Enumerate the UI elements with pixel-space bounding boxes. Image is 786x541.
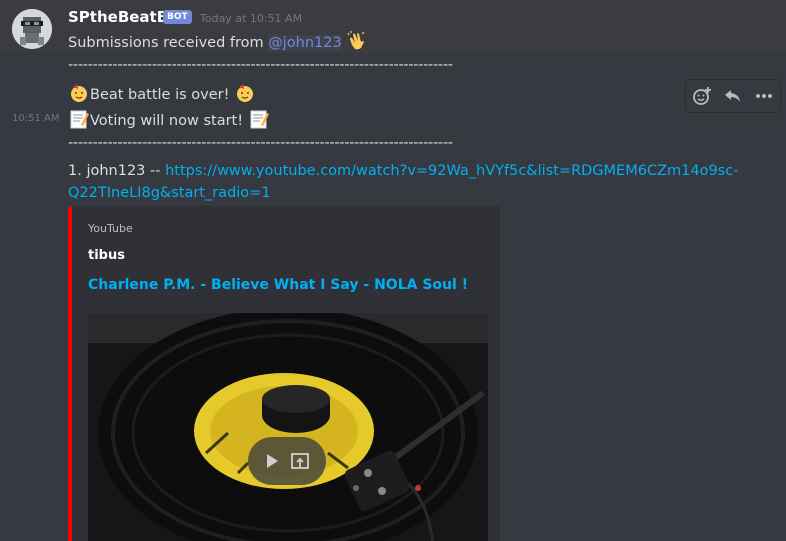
play-icon[interactable] (264, 452, 280, 474)
partying-face-emoji[interactable] (69, 83, 89, 103)
divider-line: ----------------------------------------… (68, 135, 453, 151)
submissions-message: Submissions received from @john123 (68, 31, 368, 51)
vinyl-record-image (88, 313, 488, 541)
divider-line: ----------------------------------------… (68, 57, 453, 73)
memo-emoji[interactable] (69, 109, 89, 129)
clapping-hands-emoji[interactable] (347, 31, 367, 51)
partying-face-emoji[interactable] (235, 83, 255, 103)
youtube-embed: YouTube tibus Charlene P.M. - Believe Wh… (68, 206, 500, 541)
embed-author[interactable]: tibus (88, 248, 125, 263)
bot-badge: BOT (163, 10, 192, 24)
hover-timestamp[interactable]: 10:51 AM (12, 113, 59, 124)
message-header-row: SPtheBeatBot BOT Today at 10:51 AM Submi… (0, 0, 786, 53)
video-thumbnail[interactable] (88, 313, 488, 541)
message-timestamp[interactable]: Today at 10:51 AM (200, 12, 302, 25)
beat-battle-message: Beat battle is over! (68, 83, 256, 103)
bot-avatar[interactable] (12, 9, 52, 49)
add-reaction-icon[interactable] (691, 86, 713, 108)
memo-emoji[interactable] (249, 109, 269, 129)
play-pill[interactable] (248, 437, 326, 485)
more-icon[interactable] (753, 86, 775, 108)
voting-message: Voting will now start! (68, 109, 270, 129)
reply-icon[interactable] (722, 86, 744, 108)
entry-prefix: 1. john123 -- (68, 163, 166, 179)
message-actions-toolbar (685, 79, 781, 113)
user-mention[interactable]: @john123 (268, 35, 342, 51)
voting-text: Voting will now start! (90, 113, 244, 129)
submissions-text: Submissions received from (68, 35, 269, 51)
youtube-link[interactable]: https://www.youtube.com/watch?v=92Wa_hVY… (68, 163, 738, 201)
embed-title-link[interactable]: Charlene P.M. - Believe What I Say - NOL… (88, 277, 468, 293)
open-external-icon[interactable] (290, 451, 310, 475)
entry-message: 1. john123 -- https://www.youtube.com/wa… (68, 160, 748, 204)
beat-battle-text: Beat battle is over! (90, 87, 230, 103)
embed-provider[interactable]: YouTube (88, 222, 133, 235)
